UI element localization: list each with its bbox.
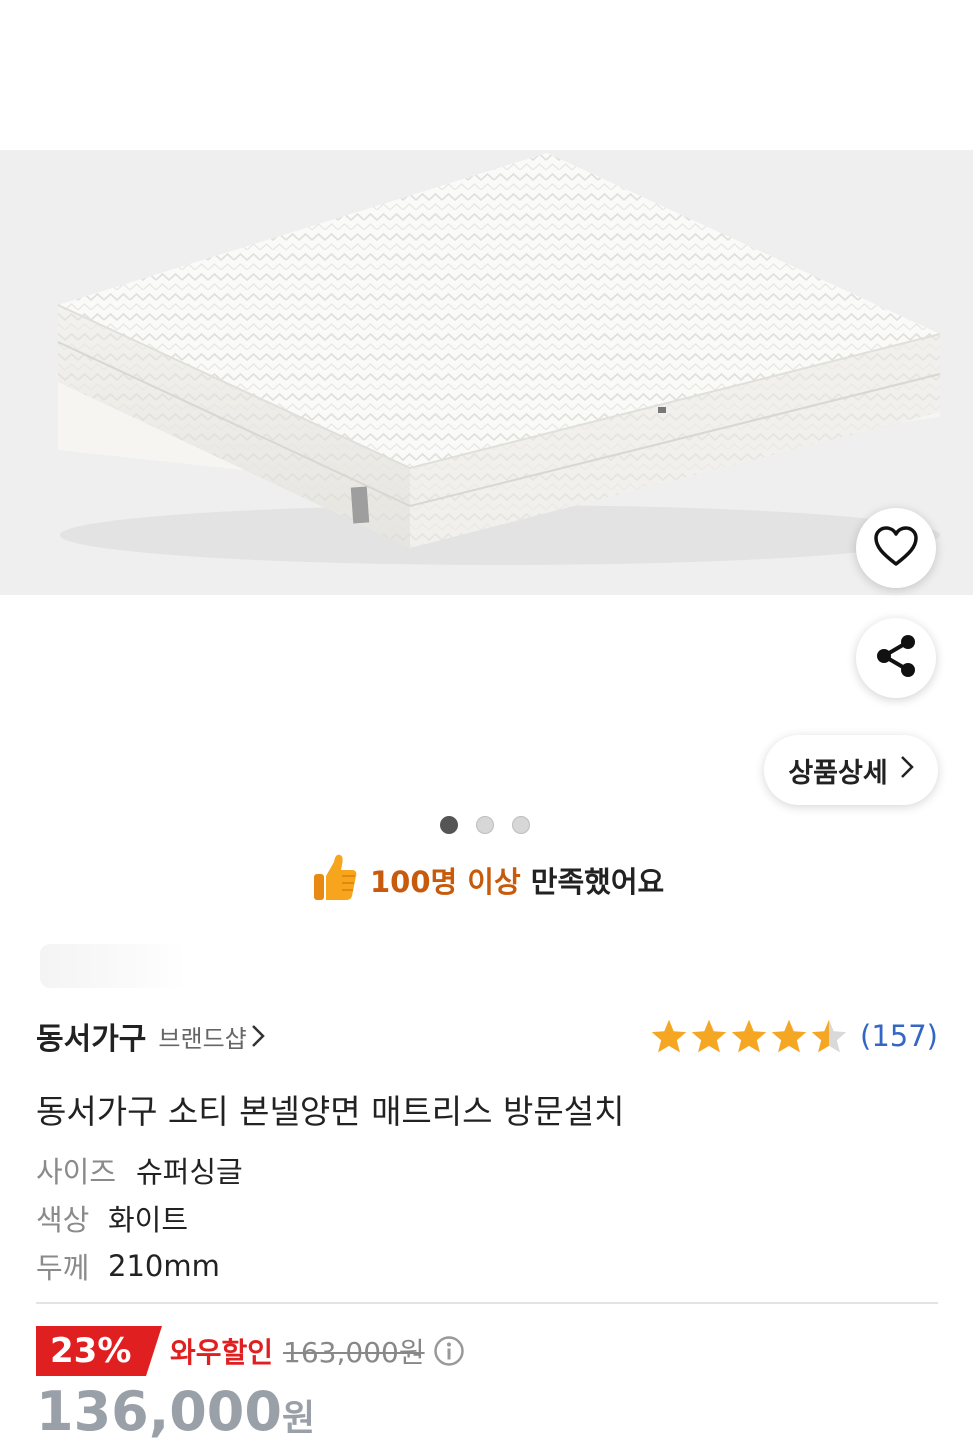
satisfaction-count: 100명 이상 bbox=[370, 865, 521, 899]
chevron-right-icon bbox=[900, 755, 914, 786]
option-value: 슈퍼싱글 bbox=[136, 1155, 243, 1189]
star-rating bbox=[650, 1018, 848, 1054]
divider bbox=[36, 1302, 938, 1304]
carousel-dot-1[interactable] bbox=[440, 816, 458, 834]
discount-percent: 23% bbox=[50, 1331, 132, 1371]
final-price-value: 136,000 bbox=[36, 1380, 282, 1440]
satisfaction-text: 만족했어요 bbox=[530, 865, 665, 899]
original-price: 163,000원 bbox=[283, 1336, 425, 1369]
product-gallery: 상품상세 100명 이상 만족했어요 bbox=[0, 0, 973, 900]
price-row: 23% 와우할인 163,000원 bbox=[36, 1326, 465, 1376]
option-value: 화이트 bbox=[108, 1203, 189, 1237]
blurred-badge bbox=[40, 944, 186, 988]
review-count[interactable]: (157) bbox=[860, 1019, 938, 1053]
product-options: 사이즈 슈퍼싱글 색상 화이트 두께 210mm bbox=[36, 1146, 243, 1290]
share-icon bbox=[874, 633, 918, 683]
brand-row: 동서가구 브랜드샵 (157) bbox=[36, 1012, 938, 1060]
chevron-right-icon[interactable] bbox=[251, 1023, 265, 1049]
info-icon[interactable] bbox=[433, 1335, 465, 1367]
rating[interactable]: (157) bbox=[650, 1018, 938, 1054]
carousel-indicator bbox=[440, 816, 530, 834]
wishlist-button[interactable] bbox=[856, 508, 936, 588]
star-icon bbox=[771, 1019, 807, 1053]
brand-name[interactable]: 동서가구 bbox=[36, 1014, 146, 1058]
option-label: 두께 bbox=[36, 1251, 90, 1285]
option-label: 색상 bbox=[36, 1203, 90, 1237]
product-detail-button[interactable]: 상품상세 bbox=[764, 735, 938, 805]
option-thickness: 두께 210mm bbox=[36, 1242, 243, 1290]
product-detail-label: 상품상세 bbox=[788, 757, 888, 789]
carousel-dot-2[interactable] bbox=[476, 816, 494, 834]
star-icon bbox=[691, 1019, 727, 1053]
star-icon bbox=[651, 1019, 687, 1053]
product-title: 동서가구 소티 본넬양면 매트리스 방문설치 bbox=[36, 1092, 625, 1131]
heart-icon bbox=[873, 525, 919, 571]
product-image[interactable] bbox=[0, 150, 973, 595]
star-icon bbox=[731, 1019, 767, 1053]
carousel-dot-3[interactable] bbox=[512, 816, 530, 834]
thumbs-up-icon bbox=[312, 852, 358, 909]
option-value: 210mm bbox=[108, 1249, 220, 1283]
half-star-icon bbox=[811, 1019, 847, 1053]
discount-badge: 23% bbox=[36, 1326, 162, 1376]
brand-shop-link[interactable]: 브랜드샵 bbox=[158, 1019, 246, 1054]
option-size: 사이즈 슈퍼싱글 bbox=[36, 1146, 243, 1194]
satisfaction-badge: 100명 이상 만족했어요 bbox=[312, 852, 664, 908]
final-price-unit: 원 bbox=[281, 1398, 316, 1439]
option-color: 색상 화이트 bbox=[36, 1194, 243, 1242]
final-price: 136,000 원 bbox=[36, 1380, 315, 1440]
share-button[interactable] bbox=[856, 618, 936, 698]
wow-discount-label: 와우할인 bbox=[170, 1336, 274, 1369]
option-label: 사이즈 bbox=[36, 1155, 117, 1189]
